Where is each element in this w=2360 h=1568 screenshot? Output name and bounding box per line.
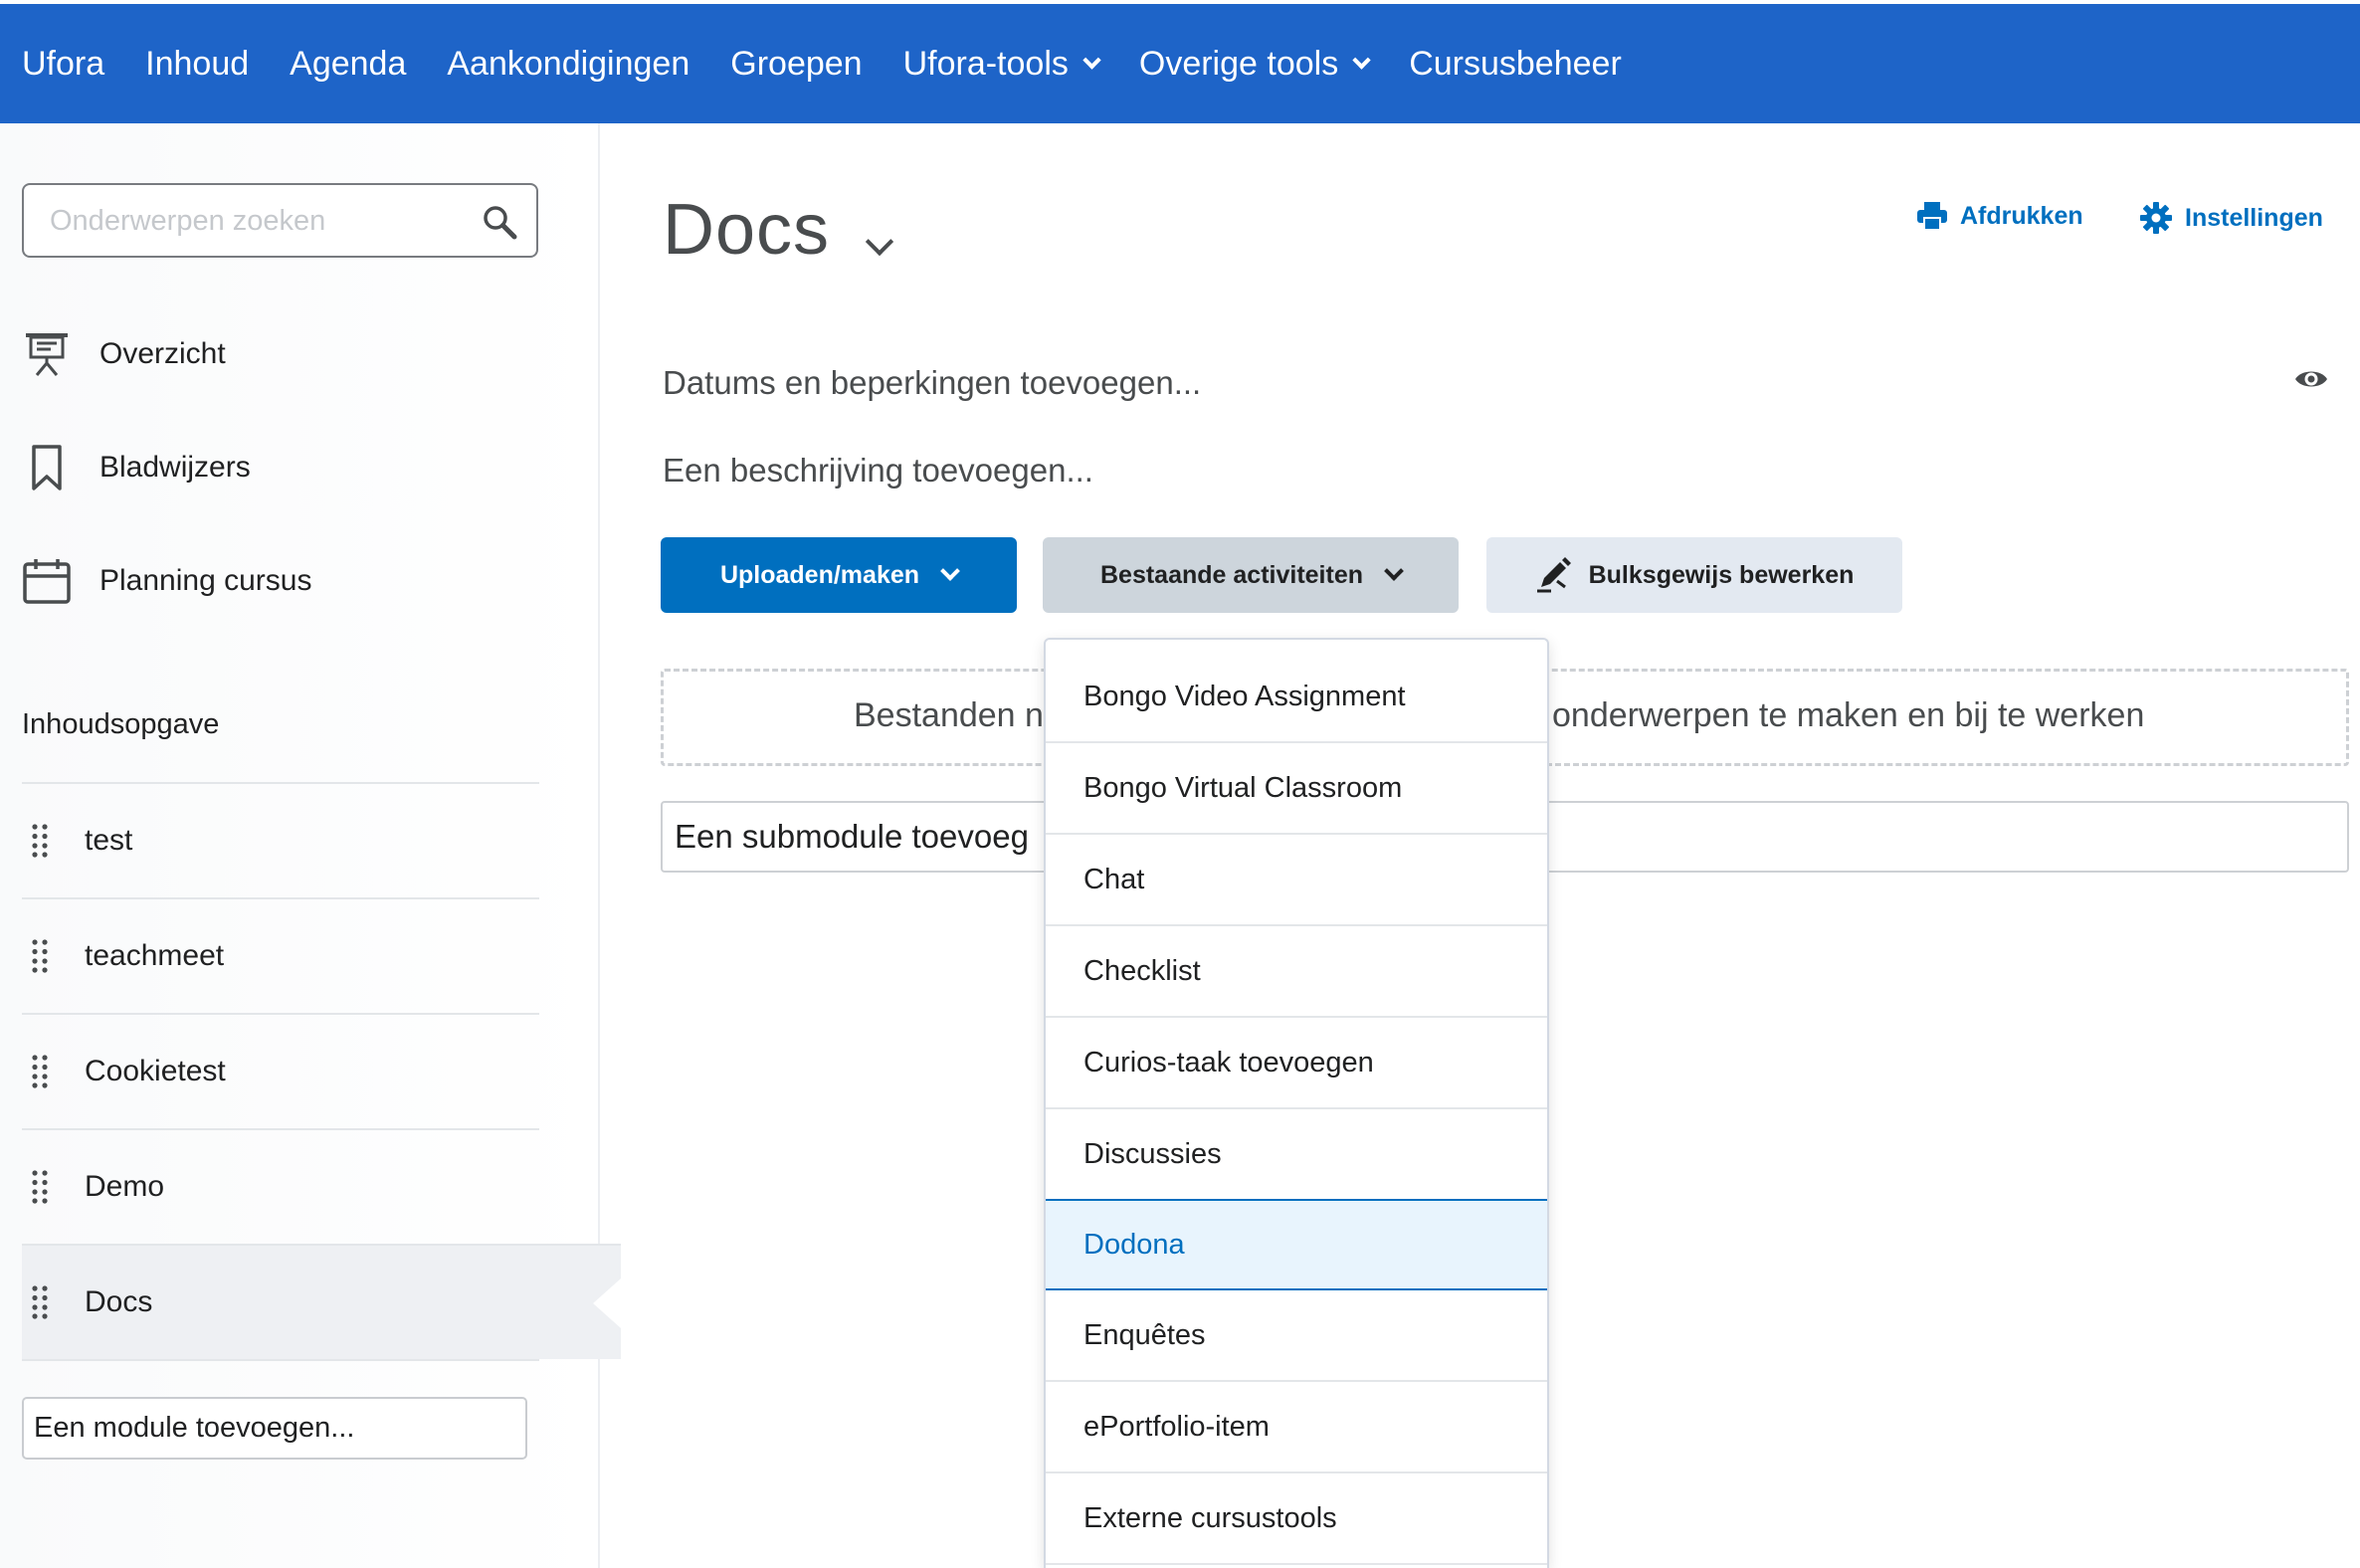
existing-activities-menu: Bongo Video Assignment Bongo Virtual Cla… bbox=[1044, 638, 1549, 1568]
menu-item-enquetes[interactable]: Enquêtes bbox=[1046, 1290, 1547, 1382]
nav-cursusbeheer[interactable]: Cursusbeheer bbox=[1409, 45, 1622, 84]
add-description-link[interactable]: Een beschrijving toevoegen... bbox=[663, 452, 1093, 490]
toc-item-demo[interactable]: Demo bbox=[22, 1128, 539, 1244]
menu-item-eportfolio[interactable]: ePortfolio-item bbox=[1046, 1382, 1547, 1473]
nav-overige-tools-label: Overige tools bbox=[1138, 44, 1339, 83]
search-icon[interactable] bbox=[481, 203, 518, 241]
add-module-input[interactable]: Een module toevoegen... bbox=[22, 1397, 527, 1460]
settings-button[interactable]: Instellingen bbox=[2139, 201, 2323, 235]
nav-ufora-label: Ufora bbox=[22, 44, 105, 83]
sidebar-link-label: Overzicht bbox=[99, 337, 226, 370]
drag-handle-icon[interactable] bbox=[32, 1054, 48, 1089]
sidebar: Overzicht Bladwijzers Planning cursus In… bbox=[0, 123, 621, 1568]
calendar-icon bbox=[22, 556, 72, 606]
chevron-down-icon bbox=[1082, 50, 1101, 70]
toc-item-test[interactable]: test bbox=[22, 782, 539, 897]
nav-cursusbeheer-label: Cursusbeheer bbox=[1409, 44, 1622, 83]
chevron-down-icon bbox=[940, 561, 960, 581]
pencil-edit-icon bbox=[1536, 557, 1571, 593]
print-label: Afdrukken bbox=[1960, 201, 2083, 230]
existing-activities-button[interactable]: Bestaande activiteiten bbox=[1043, 537, 1459, 613]
bookmark-icon bbox=[22, 443, 72, 492]
nav-groepen[interactable]: Groepen bbox=[730, 45, 862, 84]
toc-item-label: teachmeet bbox=[85, 939, 225, 972]
sidebar-link-planning-cursus[interactable]: Planning cursus bbox=[22, 551, 311, 611]
search-input[interactable] bbox=[50, 201, 468, 241]
nav-agenda[interactable]: Agenda bbox=[290, 45, 406, 84]
settings-label: Instellingen bbox=[2185, 203, 2323, 232]
drag-handle-icon[interactable] bbox=[32, 1169, 48, 1205]
add-submodule-label: Een submodule toevoeg bbox=[675, 818, 1029, 855]
menu-item-externe-cursustools[interactable]: Externe cursustools bbox=[1046, 1473, 1547, 1565]
nav-aankondigingen-label: Aankondigingen bbox=[447, 44, 690, 83]
sidebar-link-label: Bladwijzers bbox=[99, 451, 251, 484]
drag-handle-icon[interactable] bbox=[32, 823, 48, 859]
drop-zone-text-end: onderwerpen te maken en bij te werken bbox=[1552, 696, 2145, 734]
toc-item-label: Cookietest bbox=[85, 1055, 226, 1087]
sidebar-link-bladwijzers[interactable]: Bladwijzers bbox=[22, 438, 251, 497]
toc-item-docs[interactable]: Docs bbox=[22, 1244, 621, 1359]
nav-agenda-label: Agenda bbox=[290, 44, 407, 83]
presentation-icon bbox=[22, 329, 72, 379]
chevron-down-icon[interactable] bbox=[865, 227, 894, 257]
toc-heading: Inhoudsopgave bbox=[22, 708, 220, 740]
chevron-down-icon bbox=[1352, 50, 1371, 70]
nav-ufora-tools[interactable]: Ufora-tools bbox=[902, 44, 1101, 84]
toc-item-teachmeet[interactable]: teachmeet bbox=[22, 897, 539, 1013]
menu-item-curios-taak[interactable]: Curios-taak toevoegen bbox=[1046, 1018, 1547, 1109]
nav-aankondigingen[interactable]: Aankondigingen bbox=[447, 45, 689, 84]
toc-item-label: Docs bbox=[85, 1285, 153, 1318]
drop-zone-text-start: Bestanden n bbox=[854, 696, 1044, 734]
toc-divider bbox=[22, 1359, 539, 1361]
topic-search bbox=[22, 183, 538, 258]
gear-icon bbox=[2140, 202, 2172, 234]
eye-icon[interactable] bbox=[2294, 366, 2328, 392]
page-title: Docs bbox=[663, 190, 831, 270]
nav-overige-tools[interactable]: Overige tools bbox=[1138, 44, 1371, 84]
menu-item-chat[interactable]: Chat bbox=[1046, 835, 1547, 926]
toc-item-label: test bbox=[85, 824, 133, 857]
nav-ufora[interactable]: Ufora bbox=[22, 45, 104, 84]
toc-item-label: Demo bbox=[85, 1170, 165, 1203]
nav-groepen-label: Groepen bbox=[730, 44, 863, 83]
menu-item-discussies[interactable]: Discussies bbox=[1046, 1109, 1547, 1201]
top-navigation: Ufora Inhoud Agenda Aankondigingen Groep… bbox=[0, 0, 2360, 123]
printer-icon bbox=[1917, 202, 1947, 231]
drag-handle-icon[interactable] bbox=[32, 938, 48, 974]
upload-create-button[interactable]: Uploaden/maken bbox=[661, 537, 1017, 613]
toc-item-cookietest[interactable]: Cookietest bbox=[22, 1013, 539, 1128]
menu-item-bongo-video-assignment[interactable]: Bongo Video Assignment bbox=[1046, 640, 1547, 743]
menu-item-checklist[interactable]: Checklist bbox=[1046, 926, 1547, 1018]
menu-item-dodona[interactable]: Dodona bbox=[1046, 1199, 1547, 1290]
drag-handle-icon[interactable] bbox=[32, 1284, 48, 1320]
sidebar-link-overzicht[interactable]: Overzicht bbox=[22, 324, 226, 384]
add-dates-link[interactable]: Datums en beperkingen toevoegen... bbox=[663, 364, 1201, 402]
bulk-edit-button[interactable]: Bulksgewijs bewerken bbox=[1486, 537, 1902, 613]
nav-inhoud-label: Inhoud bbox=[145, 44, 250, 83]
existing-activities-label: Bestaande activiteiten bbox=[1100, 560, 1363, 589]
print-button[interactable]: Afdrukken bbox=[1916, 201, 2083, 231]
nav-ufora-tools-label: Ufora-tools bbox=[902, 44, 1069, 83]
upload-create-label: Uploaden/maken bbox=[719, 560, 920, 589]
menu-item-bongo-virtual-classroom[interactable]: Bongo Virtual Classroom bbox=[1046, 743, 1547, 835]
toc-list: test teachmeet Cookietest Demo Docs bbox=[22, 782, 621, 1361]
sidebar-link-label: Planning cursus bbox=[99, 564, 312, 597]
chevron-down-icon bbox=[1384, 561, 1404, 581]
bulk-edit-label: Bulksgewijs bewerken bbox=[1588, 560, 1855, 589]
nav-inhoud[interactable]: Inhoud bbox=[145, 45, 249, 84]
